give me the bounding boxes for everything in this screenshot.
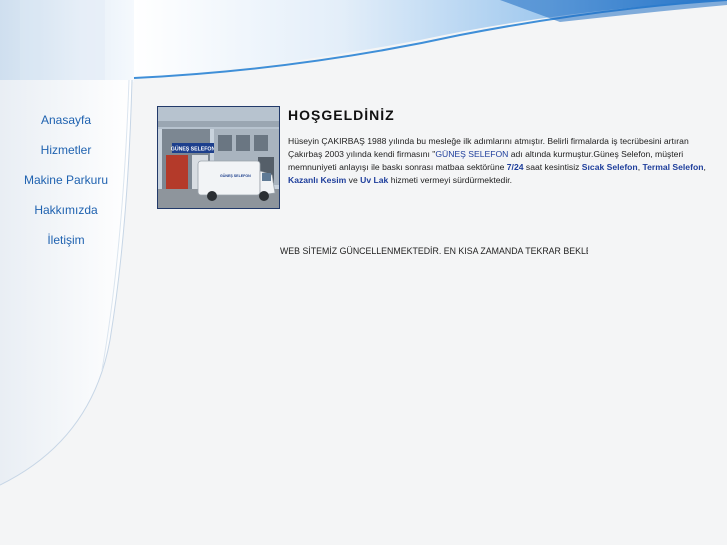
service-uv-varnish: Uv Lak (360, 175, 389, 185)
hours-highlight: 7/24 (506, 162, 524, 172)
text-segment: saat kesintisiz (523, 162, 582, 172)
header-banner (0, 0, 727, 90)
page-title: HOŞGELDİNİZ (288, 107, 395, 123)
service-thermal-lamination: Termal Selefon (642, 162, 704, 172)
company-building-photo: GÜNEŞ SELEFON GÜNEŞ SELEFON (157, 106, 280, 209)
service-die-cutting: Kazanlı Kesim (288, 175, 347, 185)
nav-item-about[interactable]: Hakkımızda (0, 198, 132, 228)
text-segment: , (703, 162, 706, 172)
shop-sign: GÜNEŞ SELEFON (171, 146, 216, 153)
company-name-link[interactable]: GÜNEŞ SELEFON (435, 149, 508, 159)
text-segment: ve (346, 175, 361, 185)
nav-item-home[interactable]: Anasayfa (0, 108, 132, 138)
main-navigation: Anasayfa Hizmetler Makine Parkuru Hakkım… (0, 108, 132, 258)
nav-item-services[interactable]: Hizmetler (0, 138, 132, 168)
building-illustration: GÜNEŞ SELEFON GÜNEŞ SELEFON (158, 107, 279, 208)
intro-paragraph: Hüseyin ÇAKIRBAŞ 1988 yılında bu mesleğe… (288, 135, 708, 187)
update-notice-marquee: WEB SİTEMİZ GÜNCELLENMEKTEDİR. EN KISA Z… (280, 246, 588, 256)
van-logo-text: GÜNEŞ SELEFON (220, 173, 251, 178)
nav-item-machine-park[interactable]: Makine Parkuru (0, 168, 132, 198)
text-segment: hizmeti vermeyi sürdürmektedir. (388, 175, 513, 185)
service-hot-lamination: Sıcak Selefon (581, 162, 638, 172)
nav-item-contact[interactable]: İletişim (0, 228, 132, 258)
